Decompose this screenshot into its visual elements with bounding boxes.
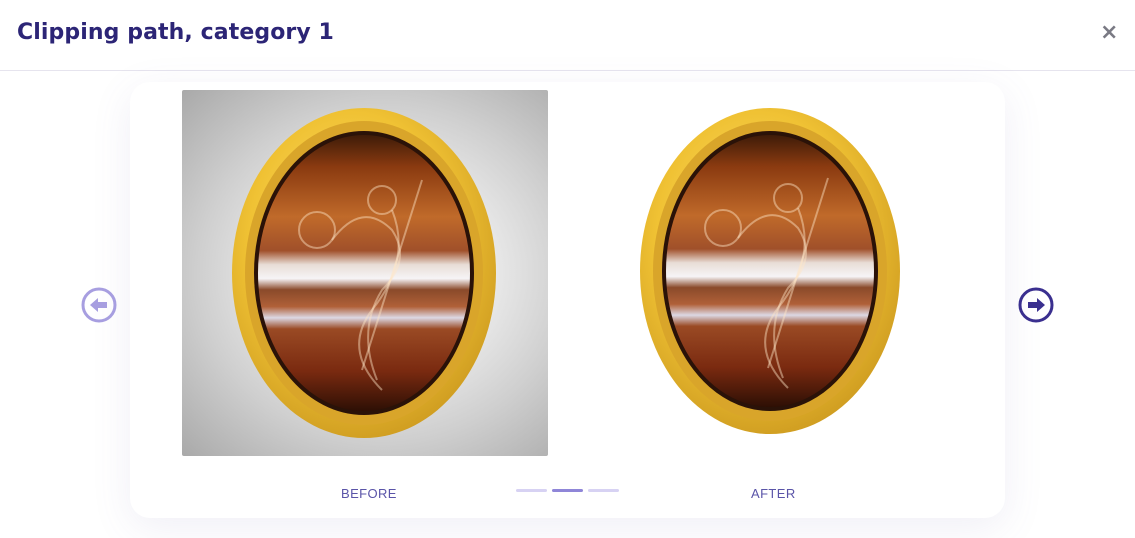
gem-ring-image-clipped bbox=[640, 108, 900, 434]
pagination-dot-1[interactable] bbox=[516, 489, 547, 492]
next-button[interactable] bbox=[1018, 287, 1054, 323]
pagination-dot-2[interactable] bbox=[552, 489, 583, 492]
before-label: BEFORE bbox=[341, 486, 397, 501]
modal-title: Clipping path, category 1 bbox=[17, 20, 334, 45]
arrow-right-circle-icon bbox=[1018, 287, 1054, 323]
modal-header: Clipping path, category 1 × bbox=[0, 0, 1135, 71]
after-image bbox=[587, 90, 953, 456]
before-image bbox=[182, 90, 548, 456]
prev-button[interactable] bbox=[81, 287, 117, 323]
after-label: AFTER bbox=[751, 486, 796, 501]
pagination-dots bbox=[516, 489, 620, 493]
arrow-left-circle-icon bbox=[81, 287, 117, 323]
close-icon[interactable]: × bbox=[1100, 22, 1118, 44]
gem-ring-image bbox=[232, 108, 496, 438]
pagination-dot-3[interactable] bbox=[588, 489, 619, 492]
